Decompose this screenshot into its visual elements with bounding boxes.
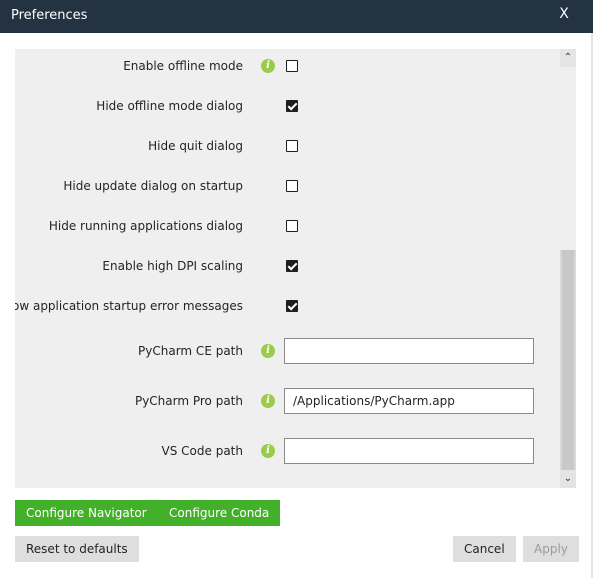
scroll-up-arrow-icon[interactable]: ⌃ <box>560 49 576 67</box>
scroll-down-arrow-icon[interactable]: ⌄ <box>560 470 576 488</box>
window-title: Preferences <box>11 8 88 23</box>
hide-offline-mode-dialog-checkbox[interactable] <box>286 100 298 112</box>
title-bar: Preferences X <box>0 0 593 33</box>
scrollbar-track[interactable] <box>560 67 576 250</box>
vertical-scrollbar[interactable]: ⌃ ⌄ <box>560 49 576 488</box>
setting-row-pycharm-ce-path: PyCharm CE path i <box>15 331 560 371</box>
setting-row-enable-offline-mode: Enable offline mode i <box>15 49 560 86</box>
setting-row-hide-update-dialog: Hide update dialog on startup <box>15 166 560 206</box>
reset-to-defaults-button[interactable]: Reset to defaults <box>15 536 139 562</box>
show-startup-errors-checkbox[interactable] <box>286 300 298 312</box>
setting-label: Enable high DPI scaling <box>102 259 243 273</box>
setting-row-hide-running-apps-dialog: Hide running applications dialog <box>15 206 560 246</box>
info-icon[interactable]: i <box>261 444 275 458</box>
setting-row-hide-offline-mode-dialog: Hide offline mode dialog <box>15 86 560 126</box>
info-icon[interactable]: i <box>261 344 275 358</box>
setting-label: Hide offline mode dialog <box>96 99 243 113</box>
setting-row-hide-quit-dialog: Hide quit dialog <box>15 126 560 166</box>
hide-running-apps-dialog-checkbox[interactable] <box>286 220 298 232</box>
scrollbar-thumb[interactable] <box>562 250 574 470</box>
setting-label: PyCharm Pro path <box>134 394 243 408</box>
setting-row-pycharm-pro-path: PyCharm Pro path i <box>15 381 560 421</box>
info-icon[interactable]: i <box>261 394 275 408</box>
setting-label: Enable offline mode <box>123 59 243 73</box>
setting-label: VS Code path <box>161 444 243 458</box>
setting-label: Hide quit dialog <box>148 139 243 153</box>
info-icon[interactable]: i <box>261 59 275 73</box>
setting-row-show-startup-errors: Show application startup error messages <box>15 286 560 326</box>
apply-button[interactable]: Apply <box>523 536 579 562</box>
configure-navigator-button[interactable]: Configure Navigator <box>15 500 158 526</box>
setting-label: PyCharm CE path <box>138 344 243 358</box>
vscode-path-input[interactable] <box>284 438 534 464</box>
setting-label: Show application startup error messages <box>15 299 243 313</box>
setting-row-vscode-path: VS Code path i <box>15 431 560 471</box>
enable-offline-mode-checkbox[interactable] <box>286 60 298 72</box>
setting-row-enable-high-dpi: Enable high DPI scaling <box>15 246 560 286</box>
cancel-button[interactable]: Cancel <box>453 536 516 562</box>
hide-quit-dialog-checkbox[interactable] <box>286 140 298 152</box>
pycharm-pro-path-input[interactable] <box>284 388 534 414</box>
pycharm-ce-path-input[interactable] <box>284 338 534 364</box>
setting-label: Hide update dialog on startup <box>63 179 243 193</box>
setting-label: Hide running applications dialog <box>48 219 243 233</box>
close-icon[interactable]: X <box>557 6 571 22</box>
enable-high-dpi-checkbox[interactable] <box>286 260 298 272</box>
configure-conda-button[interactable]: Configure Conda <box>158 500 281 526</box>
preferences-panel: Enable offline mode i Hide offline mode … <box>15 49 576 488</box>
hide-update-dialog-checkbox[interactable] <box>286 180 298 192</box>
